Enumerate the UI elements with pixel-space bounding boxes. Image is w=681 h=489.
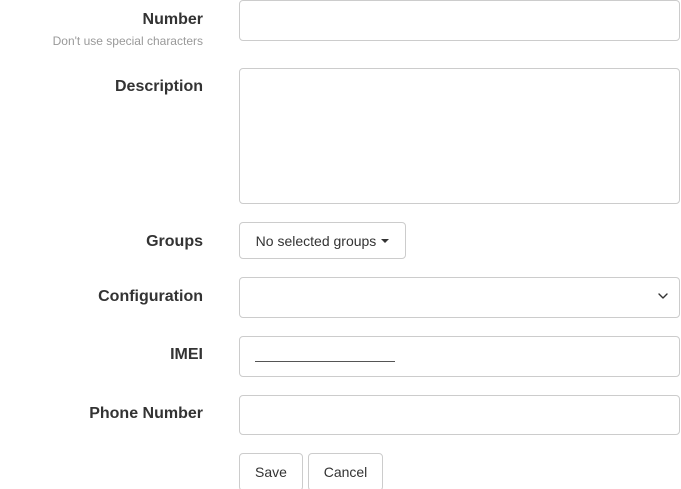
number-input[interactable] (239, 0, 680, 41)
number-hint: Don't use special characters (52, 34, 203, 48)
cancel-button[interactable]: Cancel (308, 453, 383, 489)
caret-down-icon (381, 238, 390, 243)
device-form: Number Don't use special characters Desc… (0, 0, 681, 489)
description-textarea[interactable] (239, 68, 680, 204)
imei-input[interactable] (239, 336, 680, 377)
imei-input-mask (255, 361, 395, 362)
save-button[interactable]: Save (239, 453, 303, 489)
imei-label: IMEI (170, 346, 203, 363)
chevron-down-icon (658, 293, 668, 299)
phone-number-label: Phone Number (89, 405, 203, 422)
description-label: Description (114, 78, 203, 95)
groups-dropdown-label: No selected groups (255, 232, 377, 249)
number-label: Number (142, 11, 203, 28)
groups-dropdown-button[interactable]: No selected groups (239, 222, 406, 259)
groups-label: Groups (146, 233, 203, 250)
configuration-select[interactable] (239, 277, 680, 318)
configuration-label: Configuration (98, 288, 203, 305)
phone-number-input[interactable] (239, 395, 680, 435)
